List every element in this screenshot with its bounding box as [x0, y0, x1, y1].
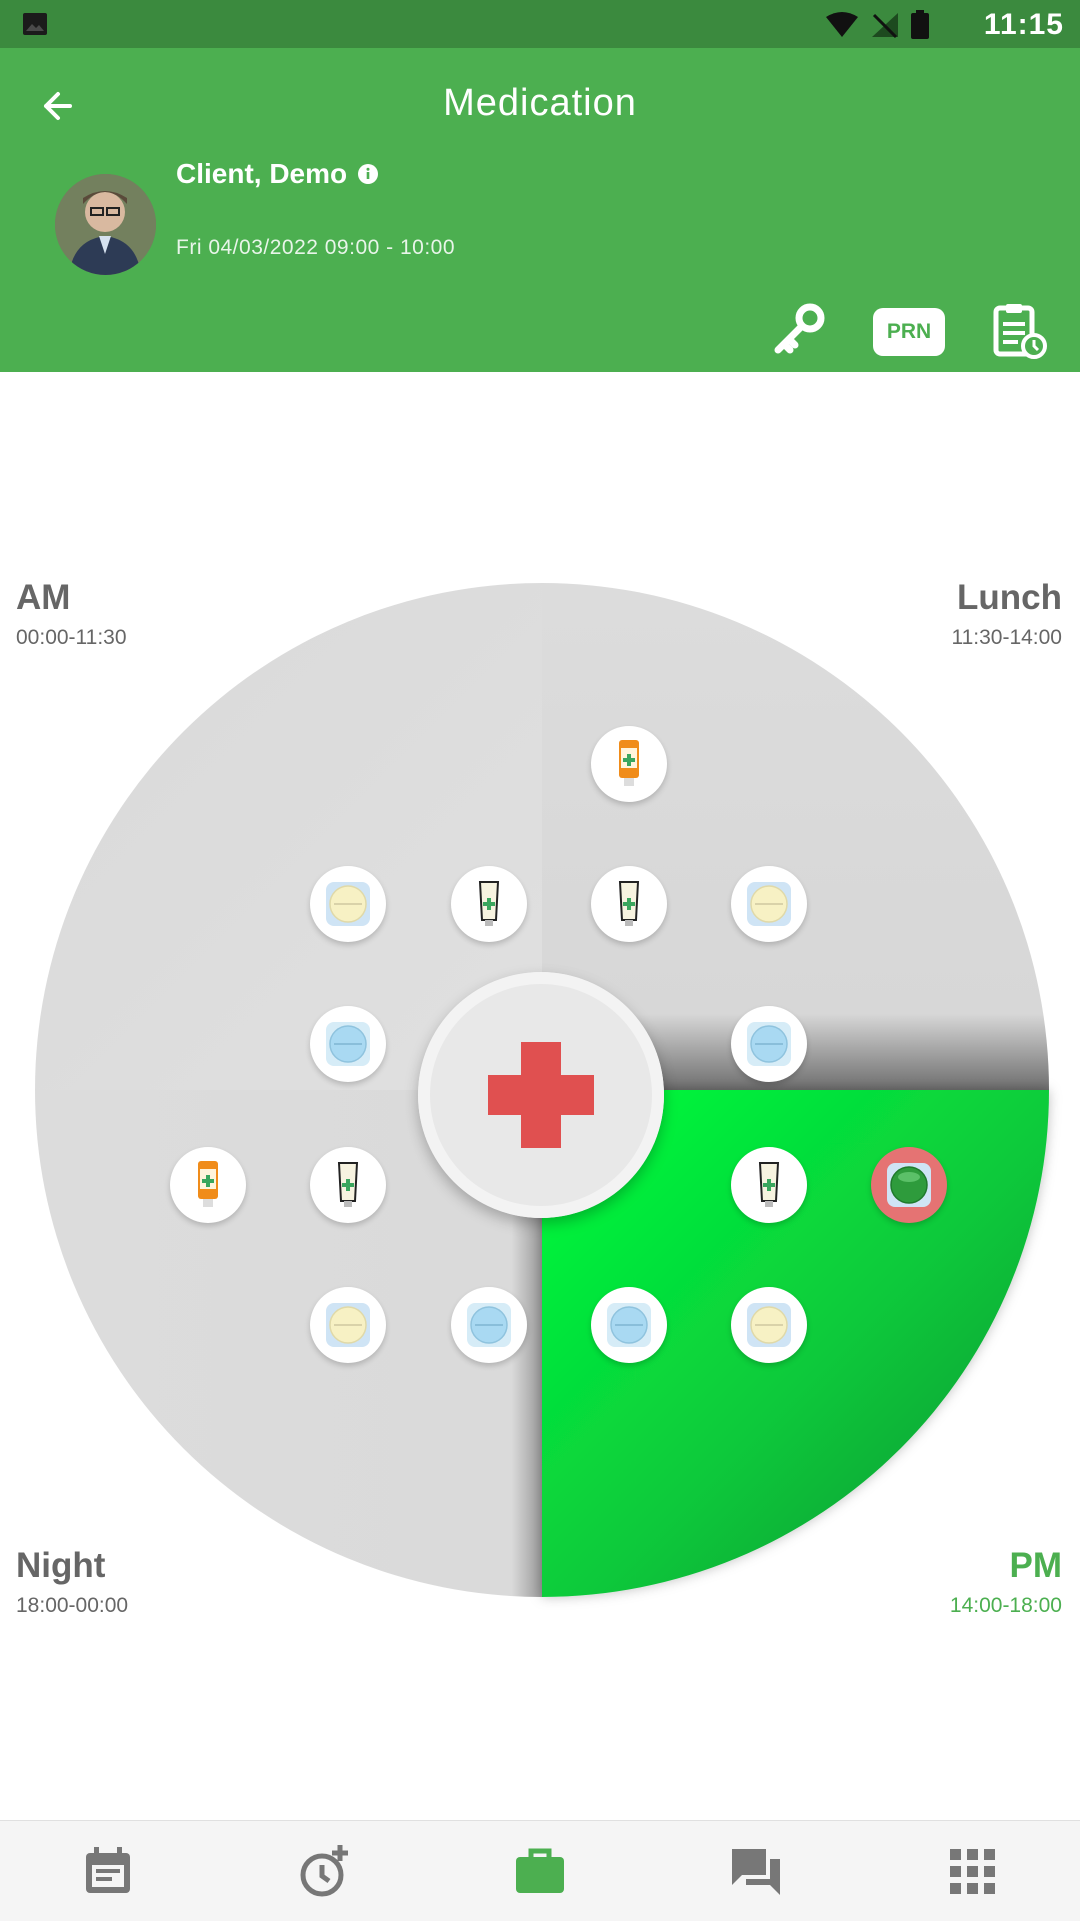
- bottom-navigation: [0, 1820, 1080, 1921]
- cream-tube-icon[interactable]: [591, 726, 667, 802]
- blue-tablet-icon[interactable]: [451, 1287, 527, 1363]
- key-icon[interactable]: [770, 300, 830, 360]
- system-icons: [824, 10, 930, 40]
- briefcase-icon[interactable]: [512, 1843, 568, 1899]
- yellow-tablet-icon[interactable]: [731, 866, 807, 942]
- yellow-tablet-icon[interactable]: [731, 1287, 807, 1363]
- period-lunch-time: 11:30-14:00: [951, 626, 1062, 649]
- blue-tablet-icon[interactable]: [731, 1006, 807, 1082]
- ointment-tube-icon[interactable]: [310, 1147, 386, 1223]
- visit-time: Fri 04/03/2022 09:00 - 10:00: [176, 236, 456, 259]
- prn-button[interactable]: PRN: [873, 308, 945, 356]
- status-bar: 11:15: [0, 0, 1080, 48]
- client-name[interactable]: Client, Demo: [176, 158, 379, 190]
- period-pm-label: PM: [1009, 1546, 1063, 1585]
- period-lunch-label: Lunch: [957, 578, 1062, 617]
- yellow-tablet-icon[interactable]: [310, 866, 386, 942]
- ointment-tube-icon[interactable]: [451, 866, 527, 942]
- cream-tube-icon[interactable]: [170, 1147, 246, 1223]
- gallery-icon: [23, 13, 47, 35]
- clock: 11:15: [983, 8, 1064, 41]
- blue-tablet-icon[interactable]: [310, 1006, 386, 1082]
- add-alarm-icon[interactable]: [296, 1843, 352, 1899]
- wifi-icon: [826, 12, 858, 37]
- apps-grid-icon[interactable]: [944, 1843, 1000, 1899]
- client-name-text: Client, Demo: [176, 158, 348, 189]
- period-am-label: AM: [16, 578, 71, 617]
- period-pm-time: 14:00-18:00: [949, 1594, 1062, 1617]
- ointment-tube-icon[interactable]: [591, 866, 667, 942]
- period-night-label: Night: [16, 1546, 106, 1585]
- period-am-time: 00:00-11:30: [16, 626, 127, 649]
- avatar[interactable]: [55, 174, 156, 275]
- chat-icon[interactable]: [728, 1843, 784, 1899]
- blue-tablet-icon[interactable]: [591, 1287, 667, 1363]
- no-signal-icon: [872, 13, 898, 39]
- ointment-tube-icon[interactable]: [731, 1147, 807, 1223]
- green-tablet-alert-icon[interactable]: [871, 1147, 947, 1223]
- calendar-icon[interactable]: [80, 1843, 136, 1899]
- period-night-time: 18:00-00:00: [16, 1594, 129, 1617]
- clipboard-clock-icon[interactable]: [988, 300, 1048, 360]
- medical-cross-icon: [488, 1042, 594, 1148]
- app-bar: Medication Client, Demo Fri 04/03/2022 0…: [0, 48, 1080, 372]
- page-title: Medication: [443, 82, 637, 124]
- battery-icon: [911, 10, 929, 39]
- center-medical-button[interactable]: [418, 972, 664, 1218]
- yellow-tablet-icon[interactable]: [310, 1287, 386, 1363]
- info-icon[interactable]: [357, 163, 379, 185]
